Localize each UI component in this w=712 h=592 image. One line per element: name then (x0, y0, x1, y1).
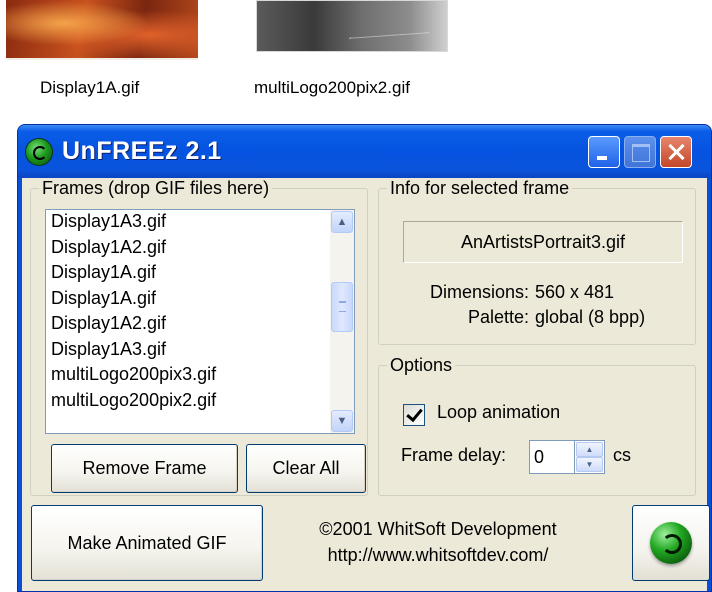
loop-animation-label[interactable]: Loop animation (437, 402, 560, 423)
make-animated-gif-button[interactable]: Make Animated GIF (31, 505, 263, 581)
frames-group-label: Frames (drop GIF files here) (39, 178, 273, 199)
window-title: UnFREEz 2.1 (62, 137, 222, 165)
options-group: Options Loop animation Frame delay: 0 ▲ … (378, 355, 696, 496)
minimize-button[interactable] (588, 136, 620, 168)
list-item[interactable]: multiLogo200pix3.gif (51, 362, 328, 388)
palette-value: global (8 bpp) (535, 307, 646, 327)
frames-scrollbar[interactable]: ▲ ▼ (330, 210, 354, 433)
spin-up-icon[interactable]: ▲ (576, 442, 603, 457)
frame-delay-stepper[interactable]: ▲ ▼ (575, 440, 605, 474)
frames-list-items: Display1A3.gif Display1A2.gif Display1A.… (51, 210, 328, 414)
desktop-file-label[interactable]: Display1A.gif (40, 78, 139, 98)
dimensions-label: Dimensions: (429, 282, 529, 302)
unfreez-window: UnFREEz 2.1 Frames (drop GIF files here)… (17, 124, 712, 592)
frames-listbox[interactable]: Display1A3.gif Display1A2.gif Display1A.… (45, 209, 355, 434)
options-group-label: Options (387, 355, 456, 376)
selected-frame-filename: AnArtistsPortrait3.gif (403, 221, 683, 263)
website-url[interactable]: http://www.whitsoftdev.com/ (278, 542, 598, 568)
dimensions-value: 560 x 481 (535, 282, 615, 302)
frame-delay-unit: cs (613, 445, 631, 465)
logo-signature (348, 20, 430, 39)
desktop-file-label[interactable]: multiLogo200pix2.gif (254, 78, 410, 98)
maximize-button[interactable] (624, 136, 656, 168)
app-logo-icon[interactable] (26, 139, 52, 165)
list-item[interactable]: Display1A3.gif (51, 210, 328, 235)
list-item[interactable]: multiLogo200pix2.gif (51, 388, 328, 414)
list-item[interactable]: Display1A.gif (51, 260, 328, 286)
frame-delay-label: Frame delay: (401, 445, 507, 465)
copyright-text: ©2001 WhitSoft Development (319, 519, 557, 539)
clear-all-button[interactable]: Clear All (246, 444, 366, 493)
chevron-down-icon[interactable]: ▼ (331, 410, 353, 432)
list-item[interactable]: Display1A3.gif (51, 337, 328, 363)
window-client-area: Frames (drop GIF files here) Display1A3.… (22, 178, 710, 591)
info-group: Info for selected frame AnArtistsPortrai… (378, 178, 696, 345)
loop-animation-checkbox[interactable] (403, 404, 425, 426)
remove-frame-button[interactable]: Remove Frame (51, 444, 238, 493)
unfreez-logo-icon (650, 522, 692, 564)
list-item[interactable]: Display1A2.gif (51, 311, 328, 337)
chevron-up-icon[interactable]: ▲ (331, 211, 353, 233)
list-item[interactable]: Display1A.gif (51, 286, 328, 312)
display1a-thumbnail[interactable] (6, 0, 198, 60)
frame-delay-input[interactable]: 0 (529, 440, 575, 474)
info-group-label: Info for selected frame (387, 178, 573, 199)
about-logo-button[interactable] (632, 505, 710, 581)
frames-group: Frames (drop GIF files here) Display1A3.… (30, 178, 368, 496)
scrollbar-thumb[interactable] (331, 282, 353, 332)
title-bar[interactable]: UnFREEz 2.1 (18, 125, 711, 178)
palette-label: Palette: (467, 307, 529, 327)
credits: ©2001 WhitSoft Development http://www.wh… (278, 516, 598, 568)
spin-down-icon[interactable]: ▼ (576, 457, 603, 472)
multilogo-thumbnail[interactable] (256, 0, 448, 52)
list-item[interactable]: Display1A2.gif (51, 235, 328, 261)
close-button[interactable] (660, 136, 692, 168)
